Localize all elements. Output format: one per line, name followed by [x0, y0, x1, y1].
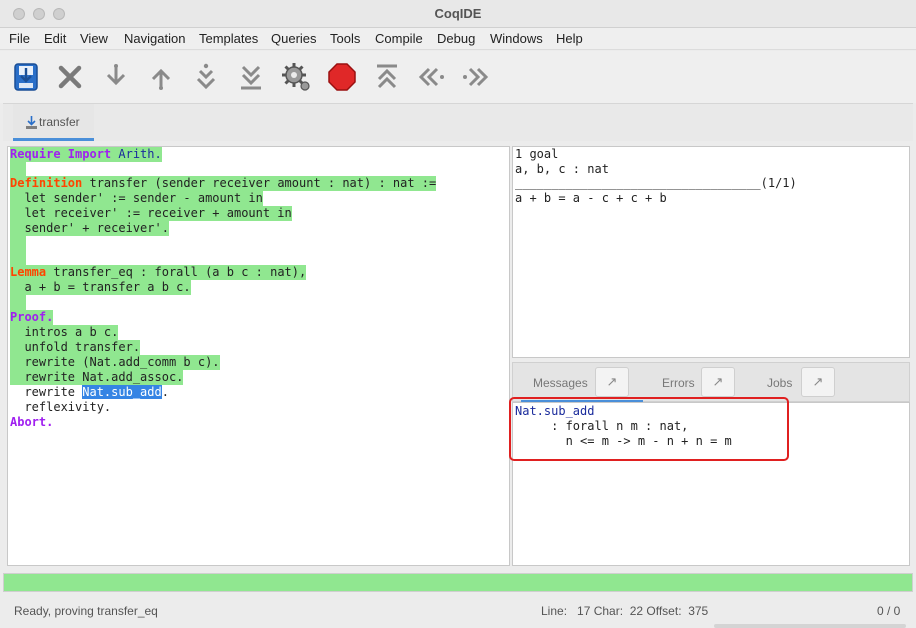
previous-occurrence-icon	[418, 67, 444, 87]
tab-messages[interactable]: Messages	[533, 376, 588, 390]
menu-edit[interactable]: Edit	[44, 31, 66, 46]
go-to-cursor-icon	[196, 63, 216, 90]
search-count: 0 / 0	[877, 604, 901, 618]
code-line-blank	[10, 162, 26, 177]
code-line: intros a b c.	[10, 325, 119, 340]
code-line: Lemma transfer_eq : forall (a b c : nat)…	[10, 265, 307, 280]
document-tab-bar: transfer	[3, 103, 913, 141]
file-saved-icon	[26, 116, 37, 129]
code-line-current: rewrite Nat.sub_add.	[10, 385, 169, 399]
message-tabs: Messages ↗ Errors ↗ Jobs ↗	[512, 362, 910, 403]
code-line: Proof.	[10, 310, 54, 325]
goal-count: 1 goal	[515, 147, 559, 161]
highlight-annotation-box	[509, 397, 789, 461]
menu-bar: File Edit View Navigation Templates Quer…	[0, 28, 916, 50]
goal-hypotheses: a, b, c : nat	[515, 162, 609, 176]
tab-errors[interactable]: Errors	[662, 376, 695, 390]
menu-templates[interactable]: Templates	[199, 31, 258, 46]
close-file-button[interactable]	[52, 59, 88, 95]
code-line: let receiver' := receiver + amount in	[10, 206, 292, 221]
next-occurrence-icon	[463, 67, 489, 87]
backward-one-icon	[151, 68, 171, 90]
window-title: CoqIDE	[434, 6, 482, 21]
selected-identifier: Nat.sub_add	[82, 385, 162, 399]
goal-separator: __________________________________(1/1)	[515, 176, 797, 190]
goals-pane: 1 goal a, b, c : nat ___________________…	[512, 146, 910, 358]
tab-label: transfer	[39, 115, 80, 129]
code-line: unfold transfer.	[10, 340, 141, 355]
code-line: Abort.	[10, 415, 54, 429]
menu-compile[interactable]: Compile	[375, 31, 423, 46]
processing-progress-bar	[3, 573, 913, 592]
menu-file[interactable]: File	[9, 31, 30, 46]
save-icon	[14, 63, 38, 91]
code-line: reflexivity.	[10, 400, 112, 414]
detach-messages-button[interactable]: ↗	[595, 367, 629, 397]
interrupt-stop-icon	[328, 63, 356, 91]
goal-conclusion: a + b = a - c + c + b	[515, 191, 667, 205]
menu-tools[interactable]: Tools	[330, 31, 360, 46]
menu-windows[interactable]: Windows	[490, 31, 543, 46]
code-line: Require Import Arith.	[10, 147, 162, 162]
status-message: Ready, proving transfer_eq	[14, 604, 158, 618]
script-editor[interactable]: Require Import Arith. Definition transfe…	[7, 146, 510, 566]
menu-debug[interactable]: Debug	[437, 31, 475, 46]
interrupt-button[interactable]	[324, 59, 360, 95]
backward-to-start-icon	[377, 64, 397, 89]
settings-button[interactable]	[278, 59, 314, 95]
forward-one-icon	[106, 64, 126, 86]
backward-to-start-button[interactable]	[369, 59, 405, 95]
detach-icon: ↗	[606, 374, 618, 389]
save-button[interactable]	[8, 59, 44, 95]
code-line-blank	[10, 251, 26, 266]
code-line-blank	[10, 295, 26, 310]
code-line: let sender' := sender - amount in	[10, 191, 263, 206]
menu-help[interactable]: Help	[556, 31, 583, 46]
forward-one-button[interactable]	[98, 59, 134, 95]
code-line: rewrite Nat.add_assoc.	[10, 370, 184, 385]
code-line: a + b = transfer a b c.	[10, 280, 191, 295]
detach-errors-button[interactable]: ↗	[701, 367, 735, 397]
tab-jobs[interactable]: Jobs	[767, 376, 792, 390]
horizontal-scrollbar[interactable]	[714, 624, 906, 628]
settings-gear-icon	[282, 63, 310, 91]
code-line: rewrite (Nat.add_comm b c).	[10, 355, 220, 370]
forward-to-end-icon	[241, 65, 261, 90]
detach-icon: ↗	[712, 374, 724, 389]
active-tab-indicator	[13, 138, 94, 141]
forward-to-end-button[interactable]	[233, 59, 269, 95]
code-line: Definition transfer (sender receiver amo…	[10, 176, 437, 191]
next-occurrence-button[interactable]	[458, 59, 494, 95]
go-to-cursor-button[interactable]	[188, 59, 224, 95]
detach-jobs-button[interactable]: ↗	[801, 367, 835, 397]
detach-icon: ↗	[812, 374, 824, 389]
close-icon	[58, 65, 82, 89]
code-line: sender' + receiver'.	[10, 221, 169, 236]
menu-queries[interactable]: Queries	[271, 31, 317, 46]
backward-one-button[interactable]	[143, 59, 179, 95]
toolbar	[0, 51, 916, 103]
title-bar: CoqIDE	[0, 0, 916, 28]
tab-transfer[interactable]: transfer	[13, 104, 94, 141]
menu-navigation[interactable]: Navigation	[124, 31, 185, 46]
cursor-position: Line: 17 Char: 22 Offset: 375	[541, 604, 709, 618]
code-line-blank	[10, 236, 26, 251]
previous-occurrence-button[interactable]	[413, 59, 449, 95]
menu-view[interactable]: View	[80, 31, 108, 46]
